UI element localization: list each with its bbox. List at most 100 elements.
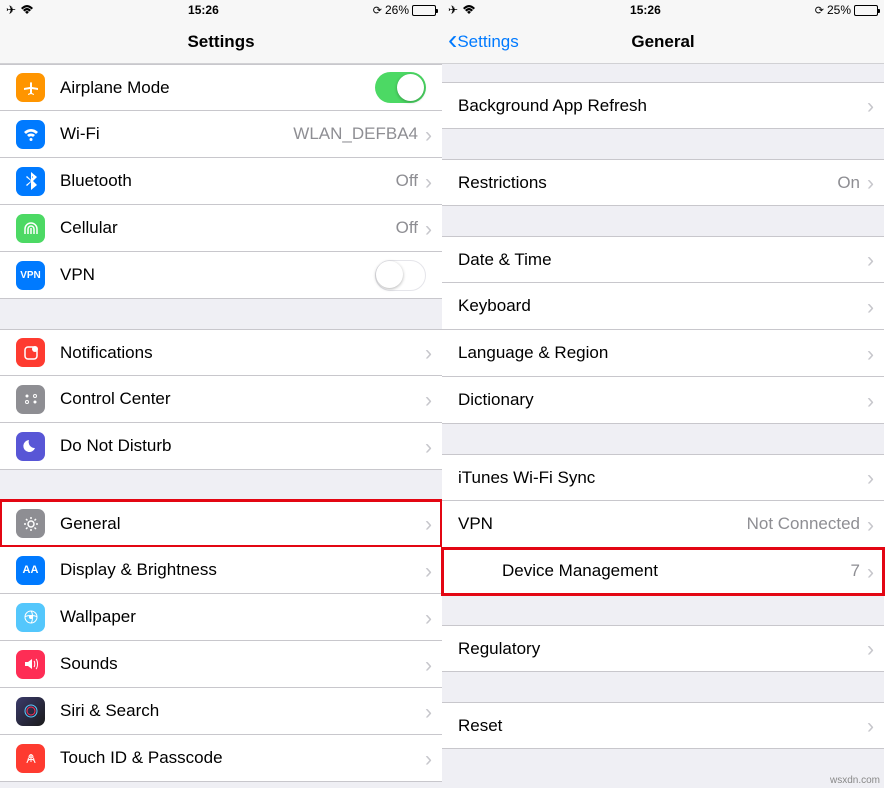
row-label: Touch ID & Passcode bbox=[60, 748, 425, 768]
chevron-right-icon: › bbox=[425, 172, 432, 193]
row-value: WLAN_DEFBA4 bbox=[293, 124, 418, 144]
chevron-right-icon: › bbox=[867, 639, 874, 660]
row-background-refresh[interactable]: Background App Refresh › bbox=[442, 82, 884, 129]
row-label: Language & Region bbox=[458, 343, 867, 363]
vpn-toggle[interactable] bbox=[375, 260, 426, 291]
row-label: Do Not Disturb bbox=[60, 436, 425, 456]
row-label: Notifications bbox=[60, 343, 425, 363]
wallpaper-icon bbox=[16, 603, 45, 632]
cellular-icon bbox=[16, 214, 45, 243]
sounds-icon bbox=[16, 650, 45, 679]
row-label: Control Center bbox=[60, 389, 425, 409]
chevron-right-icon: › bbox=[867, 515, 874, 536]
status-time: 15:26 bbox=[34, 3, 373, 17]
back-label: Settings bbox=[457, 32, 518, 52]
airplane-status-icon: ✈ bbox=[448, 3, 458, 17]
control-center-icon bbox=[16, 385, 45, 414]
chevron-right-icon: › bbox=[425, 514, 432, 535]
row-regulatory[interactable]: Regulatory › bbox=[442, 625, 884, 672]
row-label: VPN bbox=[458, 514, 747, 534]
row-value: 7 bbox=[851, 561, 860, 581]
chevron-right-icon: › bbox=[867, 391, 874, 412]
wifi-status-icon bbox=[20, 5, 34, 15]
wifi-icon bbox=[16, 120, 45, 149]
row-bluetooth[interactable]: Bluetooth Off › bbox=[0, 158, 442, 205]
row-cellular[interactable]: Cellular Off › bbox=[0, 205, 442, 252]
row-label: General bbox=[60, 514, 425, 534]
gear-icon bbox=[16, 509, 45, 538]
row-device-management[interactable]: Device Management 7 › bbox=[442, 548, 884, 595]
row-label: Wi-Fi bbox=[60, 124, 293, 144]
row-label: Bluetooth bbox=[60, 171, 396, 191]
battery-percent: 25% bbox=[827, 3, 851, 17]
row-touchid[interactable]: Touch ID & Passcode › bbox=[0, 735, 442, 782]
row-label: Sounds bbox=[60, 654, 425, 674]
watermark: wsxdn.com bbox=[830, 775, 880, 786]
row-label: Airplane Mode bbox=[60, 78, 375, 98]
row-value: On bbox=[837, 173, 860, 193]
row-label: Display & Brightness bbox=[60, 560, 425, 580]
row-label: Date & Time bbox=[458, 250, 867, 270]
status-bar: ✈ 15:26 ⟳ 26% bbox=[0, 0, 442, 20]
vpn-icon: VPN bbox=[16, 261, 45, 290]
row-siri[interactable]: Siri & Search › bbox=[0, 688, 442, 735]
chevron-right-icon: › bbox=[867, 96, 874, 117]
battery-icon bbox=[854, 5, 878, 16]
row-vpn[interactable]: VPN VPN bbox=[0, 252, 442, 299]
row-value: Off bbox=[396, 218, 418, 238]
chevron-right-icon: › bbox=[425, 702, 432, 723]
nav-bar: ‹ Settings General bbox=[442, 20, 884, 64]
general-pane: ✈ 15:26 ⟳ 25% ‹ Settings General Backgro… bbox=[442, 0, 884, 788]
row-keyboard[interactable]: Keyboard › bbox=[442, 283, 884, 330]
page-title: Settings bbox=[0, 32, 442, 52]
row-wifi[interactable]: Wi-Fi WLAN_DEFBA4 › bbox=[0, 111, 442, 158]
chevron-right-icon: › bbox=[425, 219, 432, 240]
back-button[interactable]: ‹ Settings bbox=[442, 29, 519, 54]
battery-percent: 26% bbox=[385, 3, 409, 17]
row-label: iTunes Wi-Fi Sync bbox=[458, 468, 867, 488]
chevron-right-icon: › bbox=[425, 390, 432, 411]
row-general[interactable]: General › bbox=[0, 500, 442, 547]
row-reset[interactable]: Reset › bbox=[442, 702, 884, 749]
row-display[interactable]: AA Display & Brightness › bbox=[0, 547, 442, 594]
status-bar: ✈ 15:26 ⟳ 25% bbox=[442, 0, 884, 20]
airplane-toggle[interactable] bbox=[375, 72, 426, 103]
row-language[interactable]: Language & Region › bbox=[442, 330, 884, 377]
row-restrictions[interactable]: Restrictions On › bbox=[442, 159, 884, 206]
row-wallpaper[interactable]: Wallpaper › bbox=[0, 594, 442, 641]
orientation-lock-icon: ⟳ bbox=[373, 4, 382, 17]
chevron-right-icon: › bbox=[425, 749, 432, 770]
chevron-right-icon: › bbox=[867, 173, 874, 194]
chevron-right-icon: › bbox=[425, 343, 432, 364]
notifications-icon bbox=[16, 338, 45, 367]
row-label: Device Management bbox=[458, 561, 851, 581]
row-notifications[interactable]: Notifications › bbox=[0, 329, 442, 376]
wifi-status-icon bbox=[462, 5, 476, 15]
row-do-not-disturb[interactable]: Do Not Disturb › bbox=[0, 423, 442, 470]
row-airplane-mode[interactable]: Airplane Mode bbox=[0, 64, 442, 111]
bluetooth-icon bbox=[16, 167, 45, 196]
nav-bar: Settings bbox=[0, 20, 442, 64]
row-sounds[interactable]: Sounds › bbox=[0, 641, 442, 688]
settings-pane: ✈ 15:26 ⟳ 26% Settings Airplane Mode W bbox=[0, 0, 442, 788]
row-itunes-sync[interactable]: iTunes Wi-Fi Sync › bbox=[442, 454, 884, 501]
airplane-status-icon: ✈ bbox=[6, 3, 16, 17]
row-dictionary[interactable]: Dictionary › bbox=[442, 377, 884, 424]
chevron-right-icon: › bbox=[425, 608, 432, 629]
display-icon: AA bbox=[16, 556, 45, 585]
row-label: Cellular bbox=[60, 218, 396, 238]
fingerprint-icon bbox=[16, 744, 45, 773]
chevron-right-icon: › bbox=[867, 250, 874, 271]
row-control-center[interactable]: Control Center › bbox=[0, 376, 442, 423]
row-value: Not Connected bbox=[747, 514, 860, 534]
orientation-lock-icon: ⟳ bbox=[815, 4, 824, 17]
row-label: Reset bbox=[458, 716, 867, 736]
row-vpn[interactable]: VPN Not Connected › bbox=[442, 501, 884, 548]
row-label: Regulatory bbox=[458, 639, 867, 659]
airplane-icon bbox=[16, 73, 45, 102]
chevron-right-icon: › bbox=[867, 468, 874, 489]
chevron-right-icon: › bbox=[867, 716, 874, 737]
chevron-right-icon: › bbox=[867, 344, 874, 365]
row-date-time[interactable]: Date & Time › bbox=[442, 236, 884, 283]
row-label: Siri & Search bbox=[60, 701, 425, 721]
